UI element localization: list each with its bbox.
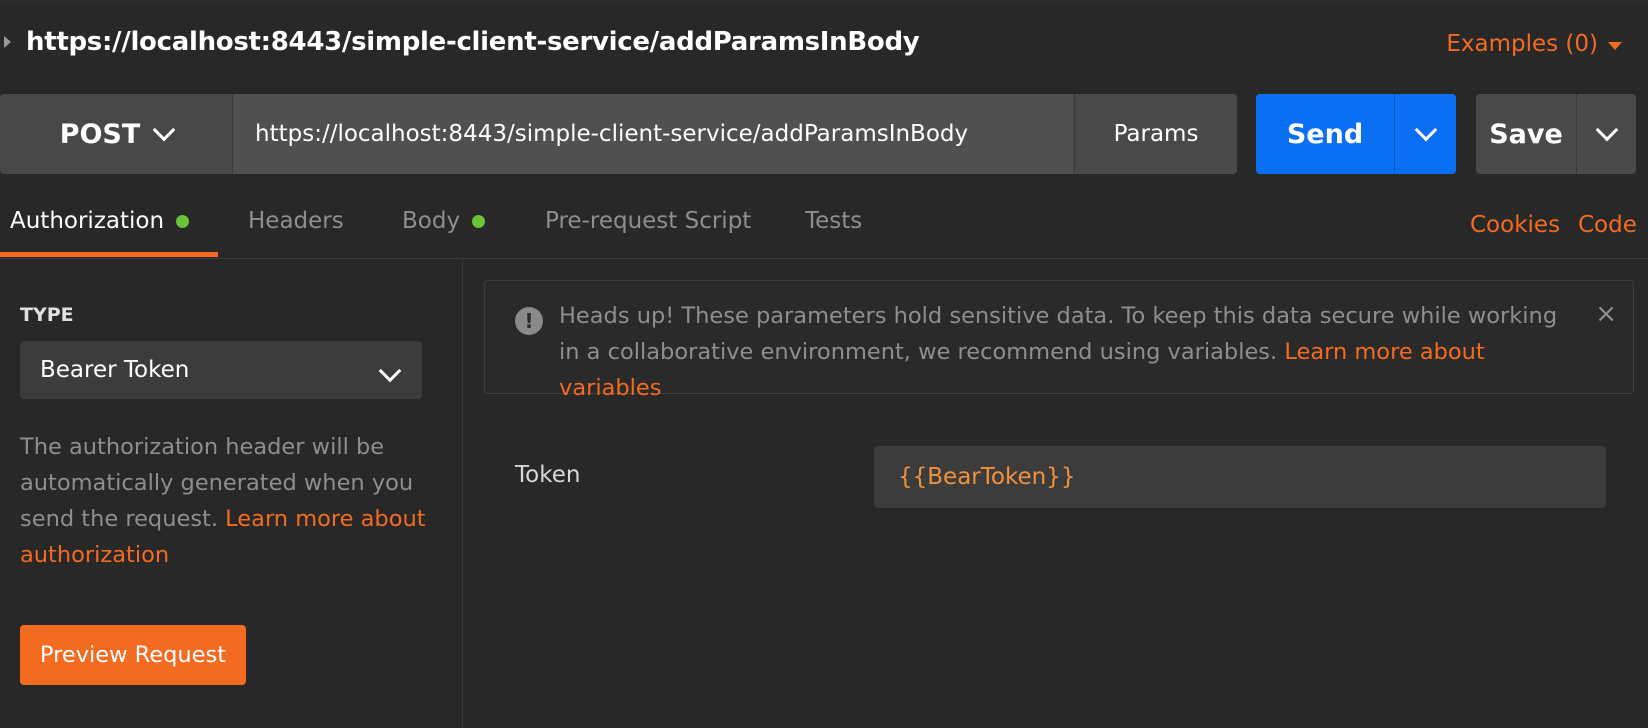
send-options-button[interactable] xyxy=(1394,94,1457,174)
tab-label: Tests xyxy=(805,208,863,234)
send-button-group: Send xyxy=(1256,94,1456,174)
url-input[interactable] xyxy=(233,94,1073,174)
method-label: POST xyxy=(59,118,141,150)
token-label: Token xyxy=(515,462,581,488)
url-bar: POST Params xyxy=(0,94,1237,174)
caret-down-icon xyxy=(1608,41,1622,50)
tab-label: Authorization xyxy=(10,208,165,234)
active-tab-indicator xyxy=(0,252,218,257)
code-link[interactable]: Code xyxy=(1578,212,1637,238)
method-select[interactable]: POST xyxy=(0,94,233,174)
tab-authorization[interactable]: Authorization xyxy=(10,208,190,234)
tab-label: Headers xyxy=(248,208,344,234)
tab-body[interactable]: Body xyxy=(402,208,486,234)
request-tabs: Authorization Headers Body Pre-request S… xyxy=(0,198,1648,259)
status-dot-icon xyxy=(472,214,486,228)
close-icon[interactable]: × xyxy=(1595,299,1617,329)
chevron-down-icon xyxy=(1595,118,1619,142)
send-button[interactable]: Send xyxy=(1256,94,1394,174)
tab-headers[interactable]: Headers xyxy=(248,208,344,234)
save-button[interactable]: Save xyxy=(1476,94,1576,174)
tab-tests[interactable]: Tests xyxy=(805,208,862,234)
params-button[interactable]: Params xyxy=(1074,94,1237,174)
alert-message: Heads up! These parameters hold sensitiv… xyxy=(559,298,1569,406)
sensitive-data-alert: ! Heads up! These parameters hold sensit… xyxy=(484,280,1634,401)
request-title[interactable]: https://localhost:8443/simple-client-ser… xyxy=(26,27,920,57)
chevron-down-icon xyxy=(1414,118,1438,142)
chevron-down-icon xyxy=(152,118,176,142)
token-input[interactable] xyxy=(874,446,1606,508)
auth-type-value: Bearer Token xyxy=(40,357,190,383)
status-dot-icon xyxy=(176,214,190,228)
save-options-button[interactable] xyxy=(1576,94,1637,174)
preview-request-button[interactable]: Preview Request xyxy=(20,625,246,685)
chevron-down-icon xyxy=(378,359,402,383)
expand-caret-icon[interactable] xyxy=(4,36,11,48)
tab-label: Pre-request Script xyxy=(545,208,752,234)
tab-pre-request-script[interactable]: Pre-request Script xyxy=(545,208,751,234)
warning-icon: ! xyxy=(515,307,543,335)
cookies-link[interactable]: Cookies xyxy=(1470,212,1560,238)
examples-label: Examples (0) xyxy=(1446,31,1598,57)
auth-description: The authorization header will be automat… xyxy=(20,429,430,573)
auth-type-select[interactable]: Bearer Token xyxy=(20,341,422,399)
examples-dropdown[interactable]: Examples (0) xyxy=(1446,31,1622,57)
window-top-edge xyxy=(0,0,1648,4)
save-button-group: Save xyxy=(1476,94,1636,174)
type-label: TYPE xyxy=(20,304,74,326)
request-title-row: https://localhost:8443/simple-client-ser… xyxy=(0,22,1648,66)
tab-label: Body xyxy=(402,208,461,234)
auth-sidebar: TYPE Bearer Token The authorization head… xyxy=(0,259,463,728)
